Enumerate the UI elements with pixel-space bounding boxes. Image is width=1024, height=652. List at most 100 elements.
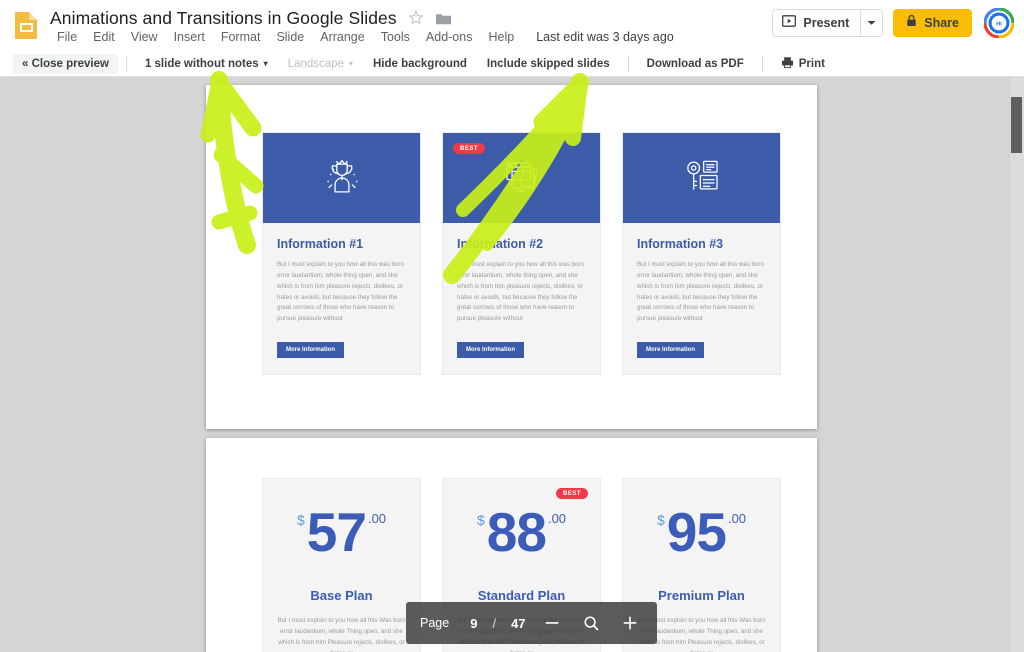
app-header: Animations and Transitions in Google Sli… <box>0 0 1024 51</box>
more-information-button[interactable]: More Information <box>637 342 704 359</box>
pricing-card-standard-amount: $ 88 .00 <box>457 505 586 560</box>
include-skipped-slides-button[interactable]: Include skipped slides <box>477 58 620 70</box>
header-actions: Present Share HI <box>772 7 1015 39</box>
print-label: Print <box>798 57 825 70</box>
info-card-2[interactable]: BEST Information #2 But I must explain t… <box>442 132 601 376</box>
price-value: 95 <box>666 501 727 563</box>
toolbar-divider <box>125 55 127 72</box>
hide-background-button[interactable]: Hide background <box>363 58 477 70</box>
plan-name: Standard Plan <box>477 588 566 603</box>
info-card-1-text: But I must explain to you how all this w… <box>277 261 404 323</box>
page-zoom-toolbar: Page 9 / 47 <box>406 602 657 644</box>
download-pdf-button[interactable]: Download as PDF <box>637 58 754 70</box>
info-card-2-header: BEST <box>443 133 600 223</box>
plan-description: But I must explain to you how all this W… <box>277 617 406 652</box>
orientation-dropdown[interactable]: Landscape ▾ <box>278 58 363 70</box>
price-value: 88 <box>486 501 547 563</box>
zoom-in-button[interactable] <box>617 610 643 636</box>
info-card-2-text: But I must explain to you how all this w… <box>457 261 584 323</box>
print-button[interactable]: Print <box>771 56 835 72</box>
status-badge: BEST <box>453 143 486 154</box>
menu-bar: File Edit View Insert Format Slide Arran… <box>51 29 674 46</box>
share-button[interactable]: Share <box>893 9 972 37</box>
slides-notes-label: 1 slide without notes <box>144 57 259 70</box>
star-outline-icon[interactable] <box>407 9 425 27</box>
zoom-reset-button[interactable] <box>578 610 604 636</box>
info-card-2-title: Information #2 <box>457 237 544 251</box>
plus-icon <box>623 616 636 630</box>
menu-item-addons[interactable]: Add-ons <box>418 29 481 46</box>
magnifier-icon <box>584 616 598 631</box>
avatar[interactable]: HI <box>983 7 1015 39</box>
price-cents: .00 <box>727 511 747 526</box>
menu-item-file[interactable]: File <box>51 29 85 46</box>
pricing-card-premium-amount: $ 95 .00 <box>637 505 766 560</box>
avatar-initials: HI <box>996 21 1002 27</box>
plan-name: Base Plan <box>310 588 373 603</box>
menu-item-format[interactable]: Format <box>213 29 269 46</box>
printer-icon <box>781 56 794 72</box>
share-label: Share <box>924 16 959 30</box>
present-play-icon <box>782 14 797 33</box>
info-card-1-body: Information #1 But I must explain to you… <box>263 223 420 374</box>
info-card-3-text: But I must explain to you how all this w… <box>637 261 764 323</box>
slides-notes-dropdown[interactable]: 1 slide without notes ▾ <box>135 58 278 70</box>
info-card-3-title: Information #3 <box>637 237 724 251</box>
pricing-card-base[interactable]: $ 57 .00 Base Plan But I must explain to… <box>262 478 421 652</box>
info-card-1-title: Information #1 <box>277 237 364 251</box>
page-title[interactable]: Animations and Transitions in Google Sli… <box>50 8 397 29</box>
print-preview-toolbar: « Close preview 1 slide without notes ▾ … <box>0 51 1024 77</box>
zoom-out-button[interactable] <box>539 610 565 636</box>
price-value: 57 <box>306 501 367 563</box>
slide-page-1[interactable]: Information #1 But I must explain to you… <box>206 85 817 429</box>
google-slides-icon[interactable] <box>13 11 40 40</box>
lock-icon <box>906 14 917 32</box>
present-button[interactable]: Present <box>773 10 861 36</box>
toolbar-divider <box>627 55 629 72</box>
minus-icon <box>545 622 558 624</box>
present-group: Present <box>772 9 884 37</box>
more-information-button[interactable]: More Information <box>457 342 524 359</box>
preview-scroll-area[interactable]: Information #1 But I must explain to you… <box>0 78 1024 652</box>
plan-name: Premium Plan <box>658 588 745 603</box>
last-edit-status[interactable]: Last edit was 3 days ago <box>536 29 674 46</box>
info-card-1[interactable]: Information #1 But I must explain to you… <box>262 132 421 376</box>
currency-symbol: $ <box>296 512 305 528</box>
monitor-devices-icon <box>505 162 537 192</box>
menu-item-arrange[interactable]: Arrange <box>312 29 372 46</box>
menu-item-view[interactable]: View <box>123 29 166 46</box>
current-page-value[interactable]: 9 <box>470 616 477 631</box>
info-card-3[interactable]: Information #3 But I must explain to you… <box>622 132 781 376</box>
price-cents: .00 <box>547 511 567 526</box>
info-card-1-header <box>263 133 420 223</box>
folder-icon[interactable] <box>435 11 452 26</box>
menu-item-tools[interactable]: Tools <box>373 29 418 46</box>
status-badge: BEST <box>555 488 588 499</box>
present-label: Present <box>803 16 850 30</box>
total-pages-value: 47 <box>511 615 526 631</box>
menu-item-help[interactable]: Help <box>480 29 522 46</box>
close-preview-button[interactable]: « Close preview <box>13 53 118 74</box>
chevron-down-icon: ▾ <box>348 58 353 68</box>
menu-item-slide[interactable]: Slide <box>268 29 312 46</box>
orientation-label: Landscape <box>287 57 344 70</box>
trophy-person-icon <box>326 159 358 193</box>
key-documents-icon <box>686 160 718 190</box>
pricing-card-base-amount: $ 57 .00 <box>277 505 406 560</box>
page-separator: / <box>492 615 497 631</box>
chevron-down-icon[interactable] <box>860 10 883 36</box>
menu-item-edit[interactable]: Edit <box>85 29 123 46</box>
info-card-3-header <box>623 133 780 223</box>
page-label: Page <box>420 616 450 630</box>
more-information-button[interactable]: More Information <box>277 342 344 359</box>
scrollbar[interactable] <box>1009 78 1024 652</box>
price-cents: .00 <box>367 511 387 526</box>
currency-symbol: $ <box>656 512 665 528</box>
menu-item-insert[interactable]: Insert <box>166 29 213 46</box>
scrollbar-thumb[interactable] <box>1011 97 1022 153</box>
document-title-row: Animations and Transitions in Google Sli… <box>50 6 452 30</box>
info-cards-row: Information #1 But I must explain to you… <box>262 132 781 376</box>
info-card-3-body: Information #3 But I must explain to you… <box>623 223 780 374</box>
info-card-2-body: Information #2 But I must explain to you… <box>443 223 600 374</box>
chevron-down-icon: ▾ <box>263 58 268 68</box>
